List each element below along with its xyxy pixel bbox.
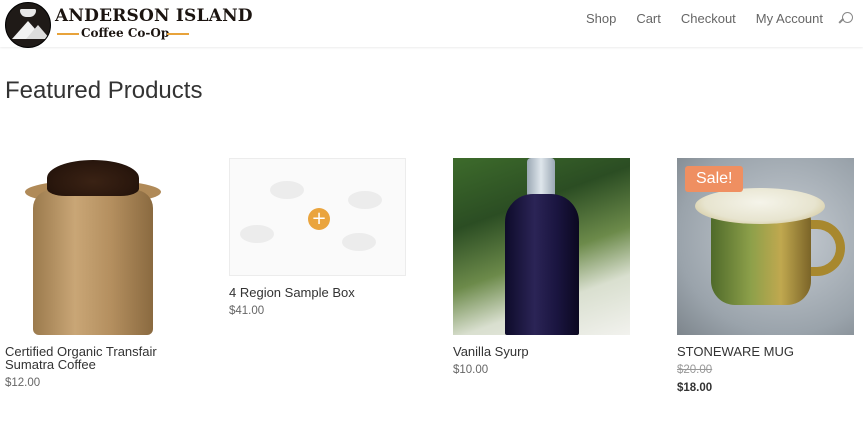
product-price: $41.00	[229, 305, 265, 317]
nav-checkout[interactable]: Checkout	[681, 11, 736, 26]
product-card[interactable]: Certified Organic Transfair Sumatra Coff…	[5, 158, 182, 389]
product-name[interactable]: STONEWARE MUG	[677, 345, 854, 358]
product-price: $12.00	[5, 377, 41, 389]
product-name[interactable]: Vanilla Syurp	[453, 345, 630, 358]
logo-badge-icon	[5, 2, 51, 48]
logo-divider	[167, 33, 189, 35]
sale-badge: Sale!	[685, 166, 744, 192]
site-header: ANDERSON ISLAND Coffee Co-Op Shop Cart C…	[0, 0, 863, 48]
product-image-placeholder[interactable]: +	[229, 158, 406, 276]
search-icon[interactable]	[838, 11, 853, 26]
product-card[interactable]: Vanilla Syurp $10.00	[453, 158, 630, 376]
logo-title: ANDERSON ISLAND	[55, 6, 253, 26]
site-logo[interactable]: ANDERSON ISLAND Coffee Co-Op	[5, 2, 253, 48]
nav-cart[interactable]: Cart	[636, 11, 661, 26]
product-price: $10.00	[453, 364, 489, 376]
product-image[interactable]	[5, 158, 182, 335]
product-sale-price: $18.00	[677, 382, 713, 394]
product-image[interactable]	[453, 158, 630, 335]
logo-subtitle: Coffee Co-Op	[81, 26, 170, 40]
nav-shop[interactable]: Shop	[586, 11, 616, 26]
product-card[interactable]: + 4 Region Sample Box $41.00	[229, 158, 406, 317]
logo-divider	[57, 33, 79, 35]
product-name[interactable]: 4 Region Sample Box	[229, 286, 406, 299]
product-image[interactable]: Sale!	[677, 158, 854, 335]
section-title: Featured Products	[5, 77, 203, 104]
main-nav: Shop Cart Checkout My Account	[566, 11, 853, 26]
product-card[interactable]: Sale! STONEWARE MUG $20.00 $18.00	[677, 158, 854, 394]
product-old-price: $20.00	[677, 364, 713, 376]
plus-icon: +	[308, 208, 330, 230]
product-name[interactable]: Certified Organic Transfair Sumatra Coff…	[5, 345, 182, 371]
nav-my-account[interactable]: My Account	[756, 11, 823, 26]
